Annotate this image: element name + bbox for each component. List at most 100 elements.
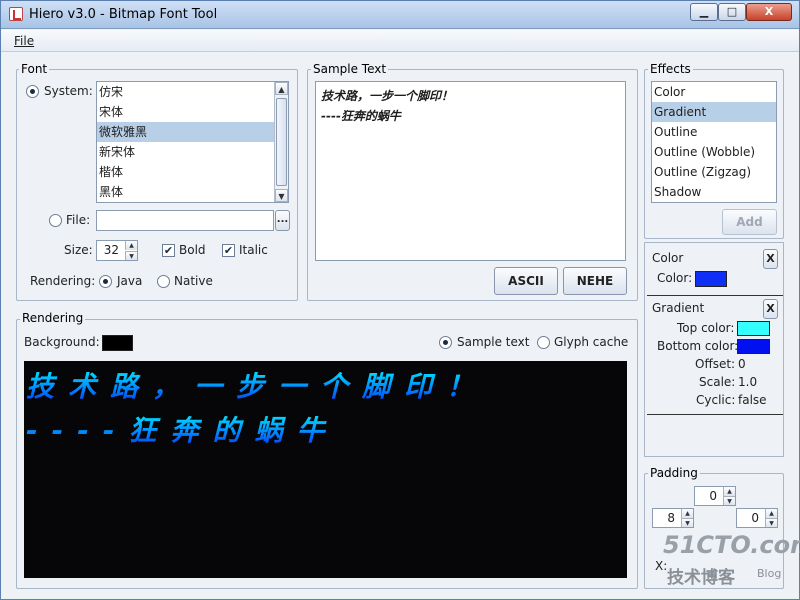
- background-color-swatch[interactable]: [102, 335, 133, 351]
- cyclic-value[interactable]: false: [738, 393, 767, 407]
- padding-x-label: X:: [655, 559, 668, 573]
- font-file-field[interactable]: [96, 210, 274, 231]
- padding-top-spinner[interactable]: 0 ▲ ▼: [694, 486, 736, 506]
- nehe-button[interactable]: NEHE: [563, 267, 627, 295]
- spinner-down-icon[interactable]: ▼: [765, 518, 777, 527]
- divider: [647, 295, 783, 296]
- top-color-label: Top color:: [677, 321, 735, 335]
- effects-list[interactable]: Color Gradient Outline Outline (Wobble) …: [651, 81, 777, 203]
- sample-text-radio[interactable]: [439, 336, 452, 349]
- effects-title: Effects: [648, 62, 693, 76]
- ascii-button[interactable]: ASCII: [494, 267, 558, 295]
- font-list-item[interactable]: 新宋体: [97, 142, 288, 162]
- color-swatch[interactable]: [695, 271, 727, 287]
- color-effect-title: Color: [652, 251, 684, 265]
- padding-left-value[interactable]: 8: [667, 511, 675, 525]
- scroll-up-arrow-icon[interactable]: ▲: [275, 82, 288, 95]
- effect-item[interactable]: Outline: [652, 122, 776, 142]
- sample-text-area[interactable]: 技术路，一步一个脚印！ ----狂奔的蜗牛: [315, 81, 626, 261]
- rendering-mode-label: Rendering:: [30, 274, 96, 288]
- effect-item[interactable]: Color: [652, 82, 776, 102]
- watermark-tagline: 技术博客: [667, 568, 735, 588]
- font-list-item-selected[interactable]: 微软雅黑: [97, 122, 288, 142]
- font-size-spinner[interactable]: 32 ▲ ▼: [96, 240, 138, 261]
- menu-bar: File: [1, 30, 799, 52]
- font-list-scrollbar[interactable]: ▲ ▼: [274, 82, 288, 202]
- add-effect-button[interactable]: Add: [722, 209, 777, 235]
- spinner-up-icon[interactable]: ▲: [125, 241, 137, 250]
- effect-item-selected[interactable]: Gradient: [652, 102, 776, 122]
- title-bar[interactable]: Hiero v3.0 - Bitmap Font Tool ▁ □ X: [1, 1, 799, 29]
- system-font-radio[interactable]: [26, 85, 39, 98]
- padding-top-value[interactable]: 0: [709, 489, 717, 503]
- glyph-cache-label: Glyph cache: [554, 335, 629, 349]
- spinner-down-icon[interactable]: ▼: [723, 496, 735, 505]
- top-color-swatch[interactable]: [737, 321, 770, 336]
- watermark-site: 51CTO.com: [663, 531, 800, 559]
- file-label: File:: [66, 213, 91, 227]
- remove-gradient-effect-button[interactable]: X: [763, 299, 778, 319]
- scale-value[interactable]: 1.0: [738, 375, 757, 389]
- spinner-up-icon[interactable]: ▲: [765, 509, 777, 518]
- system-font-list[interactable]: 仿宋 宋体 微软雅黑 新宋体 楷体 黑体 ▲ ▼: [96, 81, 289, 203]
- effect-item[interactable]: Outline (Wobble): [652, 142, 776, 162]
- background-label: Background:: [24, 335, 100, 349]
- font-size-value[interactable]: 32: [104, 243, 119, 257]
- padding-right-spinner[interactable]: 0 ▲ ▼: [736, 508, 778, 528]
- font-group-title: Font: [19, 62, 50, 76]
- divider: [647, 414, 783, 415]
- padding-right-value[interactable]: 0: [751, 511, 759, 525]
- scroll-down-arrow-icon[interactable]: ▼: [275, 189, 288, 202]
- bold-label: Bold: [179, 243, 206, 257]
- java-app-icon: [9, 7, 23, 21]
- spinner-up-icon[interactable]: ▲: [681, 509, 693, 518]
- effect-item[interactable]: Outline (Zigzag): [652, 162, 776, 182]
- offset-label: Offset:: [695, 357, 736, 371]
- menu-file[interactable]: File: [14, 34, 34, 48]
- cyclic-label: Cyclic:: [696, 393, 736, 407]
- sample-text-title: Sample Text: [311, 62, 389, 76]
- native-rendering-radio[interactable]: [157, 275, 170, 288]
- scale-label: Scale:: [699, 375, 736, 389]
- font-list-item[interactable]: 黑体: [97, 182, 288, 202]
- window-title: Hiero v3.0 - Bitmap Font Tool: [29, 7, 218, 22]
- padding-title: Padding: [648, 466, 700, 480]
- color-label: Color:: [657, 271, 693, 285]
- offset-value[interactable]: 0: [738, 357, 746, 371]
- padding-left-spinner[interactable]: 8 ▲ ▼: [652, 508, 694, 528]
- sample-text-line2[interactable]: ----狂奔的蜗牛: [321, 106, 620, 126]
- sample-text-radio-label: Sample text: [457, 335, 530, 349]
- glyph-cache-radio[interactable]: [537, 336, 550, 349]
- rendering-preview: 技术路，一步一个脚印！ ----狂奔的蜗牛: [24, 361, 627, 578]
- preview-line1: 技术路，一步一个脚印！: [26, 365, 488, 405]
- remove-color-effect-button[interactable]: X: [763, 249, 778, 269]
- spinner-down-icon[interactable]: ▼: [125, 251, 137, 260]
- file-font-radio[interactable]: [49, 214, 62, 227]
- effect-item[interactable]: Shadow: [652, 182, 776, 202]
- bold-checkbox[interactable]: ✔: [162, 244, 175, 257]
- rendering-group-title: Rendering: [20, 311, 86, 325]
- browse-font-button[interactable]: ...: [275, 210, 290, 231]
- bottom-color-label: Bottom color:: [657, 339, 739, 353]
- gradient-effect-title: Gradient: [652, 301, 705, 315]
- italic-label: Italic: [239, 243, 268, 257]
- system-label: System:: [44, 84, 93, 98]
- font-list-item[interactable]: 楷体: [97, 162, 288, 182]
- app-window: Hiero v3.0 - Bitmap Font Tool ▁ □ X File…: [0, 0, 800, 600]
- close-button[interactable]: X: [746, 3, 792, 21]
- spinner-down-icon[interactable]: ▼: [681, 518, 693, 527]
- size-label: Size:: [64, 243, 93, 257]
- scroll-thumb[interactable]: [276, 98, 287, 186]
- preview-line2: ----狂奔的蜗牛: [26, 409, 339, 449]
- bottom-color-swatch[interactable]: [737, 339, 770, 354]
- minimize-button[interactable]: ▁: [690, 3, 718, 21]
- sample-text-line1[interactable]: 技术路，一步一个脚印！: [321, 86, 620, 106]
- java-label: Java: [117, 274, 143, 288]
- italic-checkbox[interactable]: ✔: [222, 244, 235, 257]
- font-list-item[interactable]: 仿宋: [97, 82, 288, 102]
- font-list-item[interactable]: 宋体: [97, 102, 288, 122]
- java-rendering-radio[interactable]: [99, 275, 112, 288]
- spinner-up-icon[interactable]: ▲: [723, 487, 735, 496]
- native-label: Native: [174, 274, 213, 288]
- maximize-button[interactable]: □: [718, 3, 746, 21]
